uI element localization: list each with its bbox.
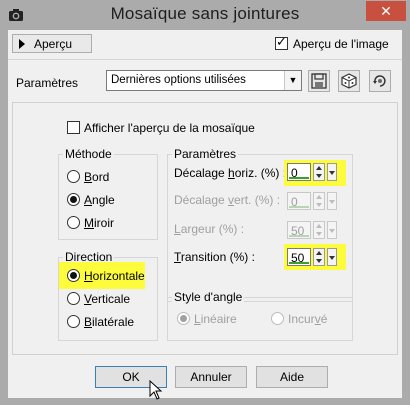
radio-bord[interactable] [67, 170, 80, 183]
width-input[interactable]: 50 [287, 221, 311, 239]
radio-angle-label: Angle [84, 193, 115, 207]
preview-toggle-button[interactable]: Aperçu [12, 34, 92, 53]
mouse-cursor-icon [149, 380, 163, 400]
width-spinner[interactable] [313, 221, 325, 239]
transition-label: Transition (%) : [174, 250, 255, 264]
radio-bord-label: Bord [84, 170, 110, 184]
cancel-button[interactable]: Annuler [175, 366, 247, 388]
radio-incurve[interactable] [271, 312, 284, 325]
vertical-offset-label: Décalage vert. (%) : [174, 193, 281, 207]
radio-lineaire-label: Linéaire [194, 312, 237, 326]
radio-angle[interactable] [67, 193, 80, 206]
radio-bilaterale[interactable] [67, 315, 80, 328]
radio-miroir[interactable] [67, 216, 80, 229]
chevron-down-icon: ▼ [284, 71, 301, 90]
divider [8, 59, 402, 60]
show-tile-preview-label: Afficher l'aperçu de la mosaïque [84, 121, 255, 135]
presets-dropdown[interactable]: Dernières options utilisées ▼ [106, 70, 302, 91]
reset-icon [373, 75, 386, 87]
radio-lineaire[interactable] [177, 312, 190, 325]
width-dropdown[interactable] [327, 221, 337, 239]
corner-style-group-title: Style d'angle [172, 290, 245, 304]
method-group-title: Méthode [63, 147, 114, 161]
window-title: Mosaïque sans jointures [110, 4, 300, 23]
title-bar[interactable]: Mosaïque sans jointures ✕ [0, 0, 410, 30]
horizontal-offset-input[interactable]: 0 [287, 163, 311, 181]
checkmark-icon: ✓ [276, 34, 287, 49]
reset-button[interactable] [369, 70, 391, 92]
horizontal-offset-label: Décalage horiz. (%) : [174, 166, 287, 180]
show-tile-preview-checkbox[interactable] [67, 121, 80, 134]
width-label: Largeur (%) : [174, 222, 245, 236]
radio-verticale-label: Verticale [84, 292, 131, 306]
transition-spinner[interactable] [313, 248, 325, 266]
vertical-offset-spinner[interactable] [313, 192, 325, 210]
horizontal-offset-dropdown[interactable] [327, 163, 337, 181]
vertical-offset-input[interactable]: 0 [287, 192, 311, 210]
presets-selected-value: Dernières options utilisées [111, 74, 246, 86]
save-preset-button[interactable] [308, 70, 330, 92]
dialog-window: Mosaïque sans jointures ✕ Aperçu ✓ Aperç… [0, 0, 410, 405]
close-icon: ✕ [380, 3, 392, 19]
horizontal-offset-spinner[interactable] [313, 163, 325, 181]
image-preview-label: Aperçu de l'image [293, 37, 389, 51]
transition-input[interactable]: 50 [287, 248, 311, 266]
randomize-icon [341, 73, 357, 89]
vertical-offset-dropdown[interactable] [327, 192, 337, 210]
radio-horizontale[interactable] [67, 269, 80, 282]
triangle-right-icon [19, 39, 25, 49]
close-button[interactable]: ✕ [366, 1, 406, 21]
radio-verticale[interactable] [67, 292, 80, 305]
parameters-group-title: Paramètres [172, 147, 239, 161]
presets-label: Paramètres [16, 76, 79, 90]
preview-toggle-label: Aperçu [34, 37, 73, 51]
image-preview-checkbox[interactable]: ✓ [275, 34, 288, 50]
radio-horizontale-label: Horizontale [84, 269, 145, 283]
dialog-body: Aperçu ✓ Aperçu de l'image Paramètres De… [8, 30, 402, 400]
help-button[interactable]: Aide [256, 366, 328, 388]
randomize-button[interactable] [338, 70, 360, 92]
radio-miroir-label: Miroir [84, 216, 114, 230]
save-icon [311, 73, 327, 89]
radio-incurve-label: Incurvé [288, 312, 328, 326]
radio-bilaterale-label: Bilatérale [84, 315, 135, 329]
transition-dropdown[interactable] [327, 248, 337, 266]
